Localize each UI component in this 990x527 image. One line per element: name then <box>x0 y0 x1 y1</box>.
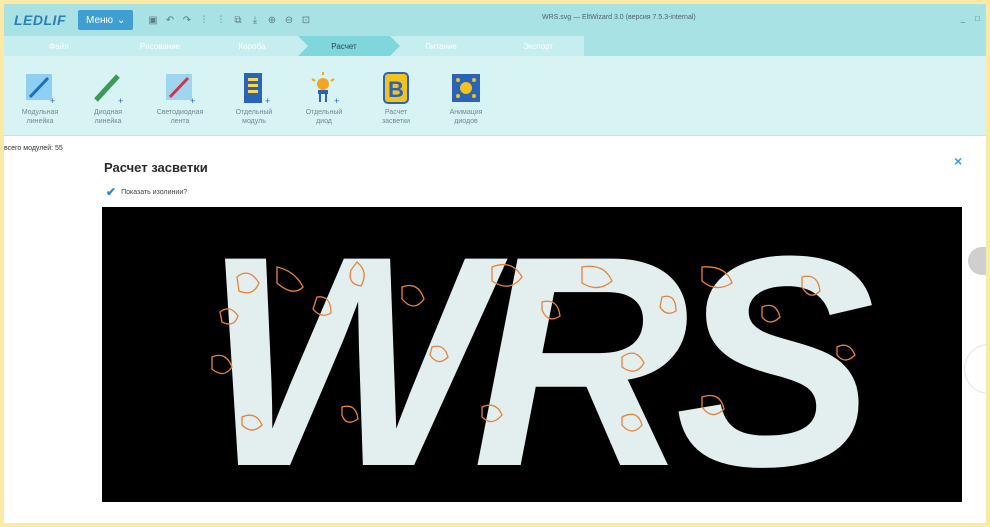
preview-text: WRS <box>203 207 876 502</box>
ribbon-toolbar: + Модульная линейка + Диодная линейка + … <box>4 56 986 136</box>
minimize-button[interactable]: _ <box>961 14 965 23</box>
single-module-icon: + <box>236 70 272 106</box>
lighting-preview-canvas: WRS <box>102 193 962 523</box>
show-isolines-checkbox[interactable]: ✔ Показать изолинии? <box>106 186 187 198</box>
step-label: Короба <box>238 41 266 51</box>
diode-animation-button[interactable]: Анимация диодов <box>436 70 496 132</box>
svg-text:+: + <box>50 96 55 106</box>
single-diode-button[interactable]: + Отдельный диод <box>294 70 354 132</box>
step-label: Файл <box>49 41 69 51</box>
checkmark-icon: ✔ <box>106 185 117 199</box>
undo-icon[interactable]: ↶ <box>164 15 175 26</box>
step-drawing[interactable]: Рисование <box>114 36 216 56</box>
ribbon-label: Анимация диодов <box>449 109 483 125</box>
ribbon-label: Светодиодная лента <box>156 109 204 125</box>
svg-text:B: B <box>388 77 404 102</box>
ribbon-label: Расчет засветки <box>381 109 411 125</box>
led-strip-button[interactable]: + Светодиодная лента <box>150 70 210 132</box>
fit-screen-icon[interactable]: ⊡ <box>300 15 311 26</box>
step-calculation[interactable]: Расчет <box>298 36 400 56</box>
step-export[interactable]: Экспорт <box>492 36 584 56</box>
zoom-in-icon[interactable]: ⊕ <box>266 15 277 26</box>
menu-button[interactable]: Меню ⌄ <box>78 10 134 30</box>
module-line-button[interactable]: + Модульная линейка <box>10 70 70 132</box>
close-icon[interactable]: × <box>954 153 962 169</box>
step-label: Расчет <box>331 41 357 51</box>
zoom-out-icon[interactable]: ⊖ <box>283 15 294 26</box>
wizard-steps: Файл Рисование Короба Расчет Питание Экс… <box>4 36 986 56</box>
single-module-button[interactable]: + Отдельный модуль <box>224 70 284 132</box>
dialog-title: Расчет засветки <box>104 160 208 175</box>
redo-icon[interactable]: ↷ <box>181 15 192 26</box>
ribbon-label: Модульная линейка <box>21 109 59 125</box>
step-power[interactable]: Питание <box>390 36 502 56</box>
diode-animation-icon <box>448 70 484 106</box>
window-controls: _ □ <box>961 14 980 23</box>
show-isolines-label: Показать изолинии? <box>121 188 188 196</box>
panel-toggle[interactable] <box>968 247 986 275</box>
led-strip-icon: + <box>162 70 198 106</box>
menu-label: Меню <box>86 14 114 26</box>
ribbon-label: Отдельный диод <box>305 109 343 125</box>
module-count: всего модулей: 55 <box>4 145 63 152</box>
title-bar: LEDLIF Меню ⌄ ▣ ↶ ↷ ⫶ ⫶ ⧉ ⤓ ⊕ ⊖ ⊡ WRS.sv… <box>4 4 986 36</box>
lighting-calc-icon: B <box>378 70 414 106</box>
lighting-calc-button[interactable]: B Расчет засветки <box>366 70 426 132</box>
chevron-down-icon: ⌄ <box>117 14 126 26</box>
svg-text:+: + <box>118 96 123 106</box>
svg-text:+: + <box>265 96 270 106</box>
ribbon-label: Отдельный модуль <box>235 109 273 125</box>
svg-text:+: + <box>334 96 339 106</box>
app-window: LEDLIF Меню ⌄ ▣ ↶ ↷ ⫶ ⫶ ⧉ ⤓ ⊕ ⊖ ⊡ WRS.sv… <box>4 4 986 523</box>
copy-icon[interactable]: ⧉ <box>232 15 243 26</box>
app-logo: LEDLIF <box>14 12 66 28</box>
window-title: WRS.svg — EltWizard 3.0 (версия 7.5.3-in… <box>542 14 696 21</box>
step-boxes[interactable]: Короба <box>206 36 308 56</box>
ribbon-label: Диодная линейка <box>93 109 123 125</box>
module-line-icon: + <box>22 70 58 106</box>
single-diode-icon: + <box>306 70 342 106</box>
step-file[interactable]: Файл <box>4 36 124 56</box>
step-label: Экспорт <box>522 41 554 51</box>
svg-text:+: + <box>190 96 195 106</box>
align-right-icon[interactable]: ⫶ <box>215 15 226 26</box>
step-label: Рисование <box>139 41 181 51</box>
scroll-handle[interactable] <box>964 344 986 394</box>
diode-line-button[interactable]: + Диодная линейка <box>78 70 138 132</box>
step-label: Питание <box>425 41 457 51</box>
align-left-icon[interactable]: ⫶ <box>198 15 209 26</box>
download-icon[interactable]: ⤓ <box>249 15 260 26</box>
maximize-button[interactable]: □ <box>975 14 980 23</box>
quick-access-toolbar: ▣ ↶ ↷ ⫶ ⫶ ⧉ ⤓ ⊕ ⊖ ⊡ <box>147 15 311 26</box>
diode-line-icon: + <box>90 70 126 106</box>
save-icon[interactable]: ▣ <box>147 15 158 26</box>
